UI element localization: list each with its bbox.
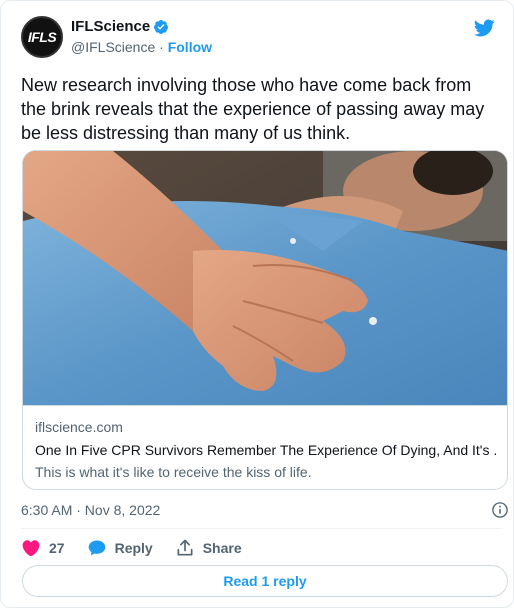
card-description: This is what it's like to receive the ki… — [35, 464, 312, 480]
tweet-embed: IFLS IFLScience @IFLScience · Follow New… — [0, 0, 514, 608]
verified-badge-icon — [154, 20, 169, 34]
tweet-text: New research involving those who have co… — [21, 75, 485, 143]
info-icon[interactable] — [491, 501, 509, 519]
reply-button[interactable]: Reply — [87, 538, 153, 558]
avatar[interactable]: IFLS — [21, 16, 63, 58]
tweet-header: IFLS IFLScience @IFLScience · Follow — [21, 13, 212, 61]
share-icon — [177, 539, 193, 556]
follow-button[interactable]: Follow — [168, 39, 212, 55]
cpr-photo-image — [23, 151, 507, 405]
like-button[interactable]: 27 — [21, 538, 65, 558]
link-card[interactable]: iflscience.com One In Five CPR Survivors… — [22, 150, 508, 490]
share-label: Share — [202, 540, 242, 556]
like-count: 27 — [49, 540, 65, 556]
read-replies-button[interactable]: Read 1 reply — [22, 565, 508, 597]
author-name[interactable]: IFLScience — [71, 18, 150, 36]
reply-label: Reply — [114, 540, 153, 556]
timestamp-row: 6:30 AM · Nov 8, 2022 — [21, 499, 509, 521]
share-button[interactable]: Share — [175, 538, 242, 558]
divider — [21, 528, 501, 529]
handle-row: @IFLScience · Follow — [71, 38, 212, 56]
separator: · — [155, 39, 168, 55]
reply-bubble-icon — [88, 540, 105, 556]
author-handle[interactable]: @IFLScience — [71, 39, 155, 55]
action-bar: 27 Reply Share — [21, 537, 264, 559]
heart-icon — [22, 540, 40, 557]
twitter-bird-icon[interactable] — [473, 17, 495, 39]
card-domain: iflscience.com — [35, 419, 123, 435]
timestamp[interactable]: 6:30 AM · Nov 8, 2022 — [21, 502, 160, 518]
card-meta: iflscience.com One In Five CPR Survivors… — [23, 405, 507, 489]
author-info: IFLScience @IFLScience · Follow — [71, 18, 212, 56]
card-title[interactable]: One In Five CPR Survivors Remember The E… — [35, 440, 497, 460]
author-name-row: IFLScience — [71, 18, 212, 36]
